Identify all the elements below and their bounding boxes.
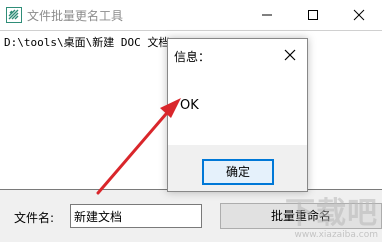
dialog-title-bar: 信息： <box>168 39 307 72</box>
dialog-title: 信息： <box>174 50 211 64</box>
watermark-text: 下载吧 <box>285 196 378 231</box>
maximize-icon <box>308 10 318 20</box>
filename-input[interactable]: 新建文档 <box>70 204 202 228</box>
close-icon <box>284 49 296 61</box>
window-title: 文件批量更名工具 <box>27 9 124 23</box>
minimize-icon <box>262 14 272 16</box>
dialog-close-button[interactable] <box>278 44 302 66</box>
minimize-button[interactable] <box>244 0 290 30</box>
dialog-message: OK <box>180 98 199 113</box>
dialog-body: OK <box>168 72 307 145</box>
dialog-ok-button[interactable]: 确定 <box>202 159 274 185</box>
maximize-button[interactable] <box>290 0 336 30</box>
close-icon <box>353 9 365 21</box>
message-dialog: 信息： OK 确定 <box>167 38 308 192</box>
filename-label: 文件名: <box>14 211 55 225</box>
title-bar: 文件批量更名工具 <box>0 0 382 30</box>
app-leaf-icon <box>6 7 22 23</box>
window-close-button[interactable] <box>336 0 382 30</box>
watermark-url: www.xiazaiba.com <box>294 230 378 240</box>
watermark-logo: 下载吧 www.xiazaiba.com <box>258 184 382 242</box>
